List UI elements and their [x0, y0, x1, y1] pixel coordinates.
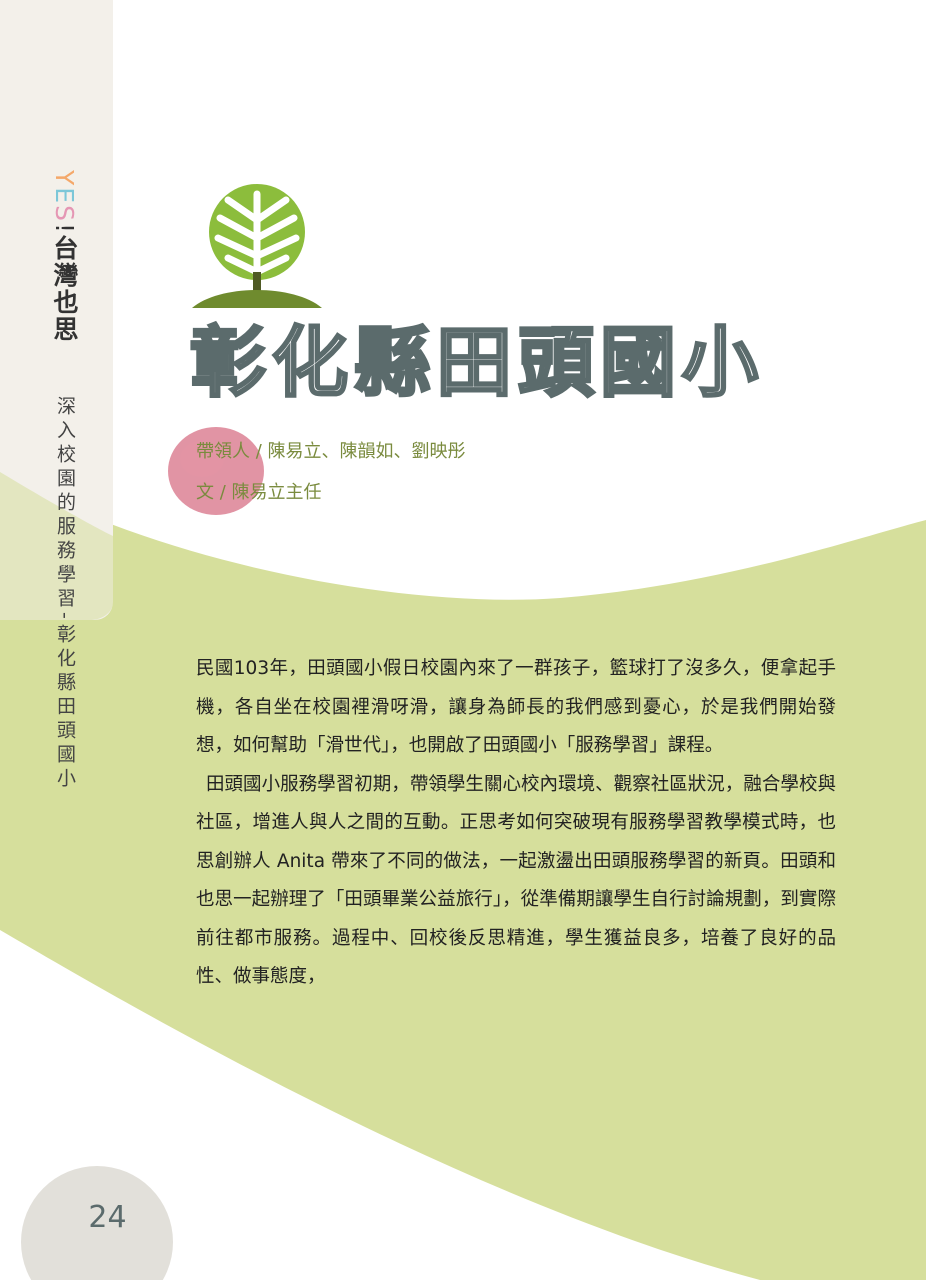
credit-author: 文 / 陳易立主任 [196, 482, 322, 503]
tree-icon [192, 184, 322, 308]
credit-leaders: 帶領人 / 陳易立、陳韻如、劉映彤 [196, 441, 466, 462]
page-number: 24 [88, 1200, 127, 1235]
chapter-subtitle: 深入校園的服務學習-彰化縣田頭國小 [54, 396, 76, 792]
paragraph: 田頭國小服務學習初期，帶領學生關心校內環境、觀察社區狀況，融合學校與社區，增進人… [196, 773, 836, 988]
article-title: 彰化縣田頭國小 [189, 317, 764, 409]
article-body: 民國103年，田頭國小假日校園內來了一群孩子，籃球打了沒多久，便拿起手機，各自坐… [196, 650, 836, 997]
magazine-series-title: YES!台灣也思 [50, 170, 79, 343]
background-shapes [0, 472, 926, 1280]
paragraph: 民國103年，田頭國小假日校園內來了一群孩子，籃球打了沒多久，便拿起手機，各自坐… [196, 658, 836, 756]
series-title-text: 台灣也思 [50, 234, 79, 343]
